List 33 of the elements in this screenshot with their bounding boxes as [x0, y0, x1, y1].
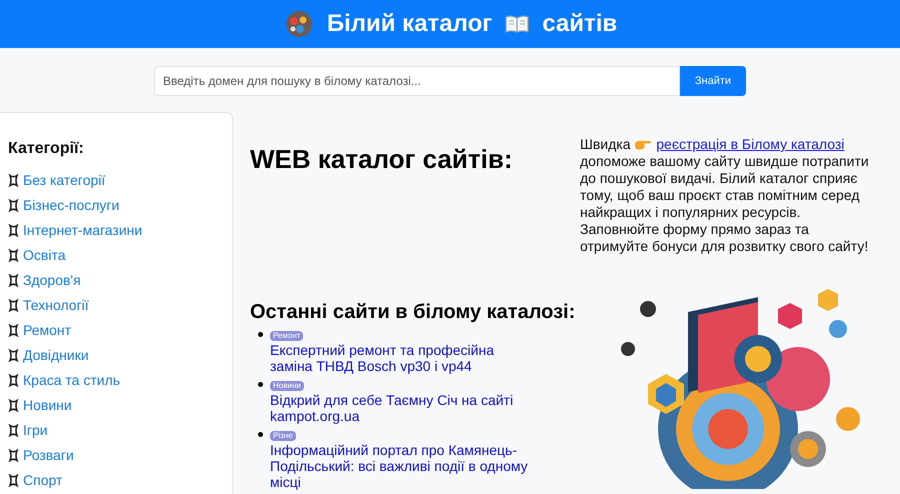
site-link[interactable]: Відкрий для себе Таємну Січ на сайті kampot.org.ua — [270, 392, 540, 424]
category-link[interactable]: Інтернет-магазини — [23, 220, 142, 241]
category-tag: Ремонт — [270, 331, 304, 341]
category-tag: Новини — [270, 381, 304, 391]
category-link[interactable]: Освіта — [23, 245, 66, 266]
registration-link[interactable]: реєстрація в Білому каталозі — [656, 136, 844, 152]
category-link[interactable]: Краса та стиль — [23, 370, 120, 391]
search-button[interactable]: Знайти — [680, 66, 746, 96]
site-link[interactable]: Інформаційний портал про Камянець-Подільський: всі важливі події в одному місці — [270, 442, 540, 490]
bullet-icon — [258, 332, 263, 337]
category-link[interactable]: Технології — [23, 295, 89, 316]
category-link[interactable]: Довідники — [23, 345, 89, 366]
page-heading: WEB каталог сайтів: — [250, 143, 514, 176]
bullet-icon — [258, 382, 263, 387]
category-link[interactable]: Ремонт — [23, 320, 72, 341]
intro-paragraph: Швидка реєстрація в Білому каталозі допоможе вашому сайту швидше потрапити до пошукової видачі. Білий каталог сприяє тому, щоб ваш проєкт став помітним серед найкращих і популярних ресурсів. Заповнюйте форму прямо зараз та отримуйте бонуси для розвитку свого сайту! — [580, 136, 870, 255]
site-link[interactable]: Експертний ремонт та професійна заміна ТНВД Bosch vp30 і vp44 — [270, 342, 540, 374]
category-link[interactable]: Без категорії — [23, 170, 106, 191]
site-title: Білий каталог — [326, 9, 492, 39]
search-field[interactable]: Введіть домен для пошуку в білому каталозі... — [154, 66, 680, 96]
book-icon — [504, 14, 530, 34]
category-link[interactable]: Ігри — [23, 420, 48, 441]
category-link[interactable]: Новини — [23, 395, 72, 416]
sidebar-heading: Категорії: — [8, 139, 85, 159]
site-title: сайтів — [542, 9, 618, 39]
category-link[interactable]: Здоров'я — [23, 270, 81, 291]
bullet-icon — [258, 432, 263, 437]
category-link[interactable]: Бізнес-послуги — [23, 195, 120, 216]
category-link[interactable]: Розваги — [23, 445, 74, 466]
section-heading: Останні сайти в білому каталозі: — [250, 300, 576, 325]
category-link[interactable]: Спорт — [23, 470, 62, 491]
category-tag: Різне — [270, 431, 296, 441]
pointing-hand-icon — [634, 138, 652, 151]
